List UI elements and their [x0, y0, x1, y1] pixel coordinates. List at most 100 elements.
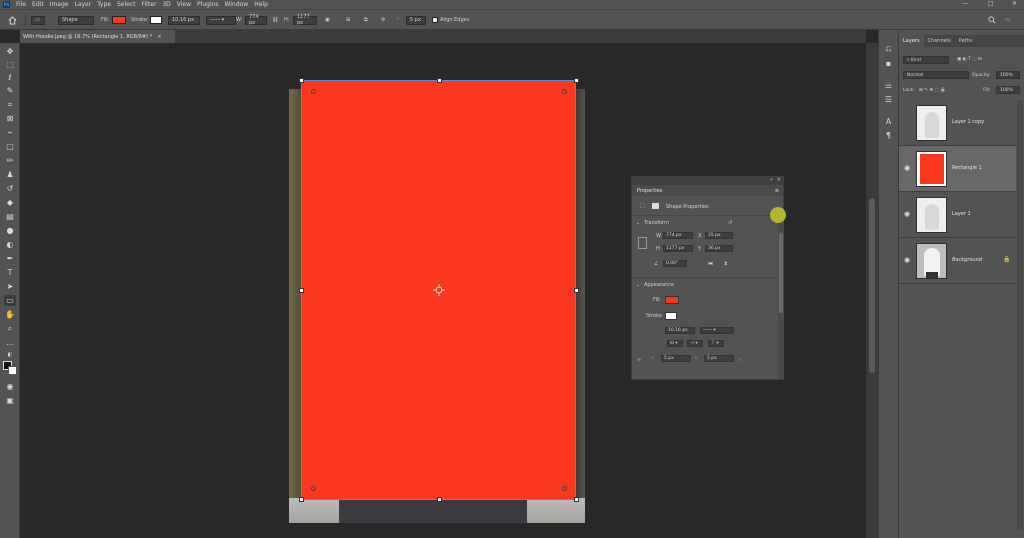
menu-window[interactable]: Window: [225, 1, 249, 8]
more-tools-icon[interactable]: …: [4, 337, 16, 348]
prop-stroke-swatch[interactable]: [665, 312, 677, 320]
handle-top-center[interactable]: [437, 78, 442, 83]
stroke-swatch[interactable]: [150, 15, 162, 25]
menu-layer[interactable]: Layer: [74, 1, 91, 8]
quick-select-tool-icon[interactable]: ✎: [4, 85, 16, 96]
menu-filter[interactable]: Filter: [142, 1, 157, 8]
handle-bottom-center[interactable]: [437, 497, 442, 502]
tab-layers[interactable]: Layers: [899, 35, 924, 47]
layer-row-background[interactable]: ◉ Background 🔒: [899, 238, 1016, 284]
dodge-tool-icon[interactable]: ◐: [4, 239, 16, 250]
link-icon[interactable]: ⛓: [272, 15, 278, 25]
filter-icons[interactable]: ▣ ◐ T ⬚ ⊟: [957, 57, 982, 62]
menu-edit[interactable]: Edit: [32, 1, 44, 8]
handle-top-right[interactable]: [574, 78, 579, 83]
lock-icon[interactable]: 🔒: [1003, 256, 1010, 263]
prop-w-field[interactable]: 774 px: [663, 232, 693, 239]
corner-tl-field[interactable]: 5 px: [661, 355, 691, 362]
reset-icon[interactable]: ↺: [728, 220, 732, 226]
path-operations-icon[interactable]: ▣: [325, 15, 330, 25]
stroke-width-field[interactable]: 10.16 px: [168, 15, 200, 25]
blur-tool-icon[interactable]: ●: [4, 225, 16, 236]
menu-plugins[interactable]: Plugins: [197, 1, 219, 8]
comments-icon[interactable]: ▪: [883, 58, 894, 68]
appearance-chevron-icon[interactable]: ⌄: [636, 282, 640, 288]
history-icon[interactable]: ⎌: [883, 44, 894, 54]
background-color-swatch[interactable]: [8, 366, 17, 375]
canvas-vertical-scrollbar[interactable]: [866, 43, 878, 538]
prop-x-field[interactable]: 35 px: [705, 232, 733, 239]
layer-row-layer-1[interactable]: ◉ Layer 1: [899, 192, 1016, 238]
fill-field[interactable]: 100%: [996, 86, 1020, 94]
paragraph-icon[interactable]: ¶: [883, 130, 894, 140]
workspace-icon[interactable]: ▭: [1005, 15, 1010, 25]
pen-tool-icon[interactable]: ✒: [4, 253, 16, 264]
eraser-tool-icon[interactable]: ◆: [4, 197, 16, 208]
prop-y-field[interactable]: 36 px: [705, 245, 733, 252]
properties-scrollbar[interactable]: [778, 213, 784, 379]
frame-tool-icon[interactable]: ⊠: [4, 113, 16, 124]
home-icon[interactable]: [8, 15, 17, 25]
handle-middle-left[interactable]: [299, 288, 304, 293]
width-field[interactable]: 774 px: [245, 14, 267, 26]
corner-radius-handle-br[interactable]: [562, 486, 567, 491]
history-brush-icon[interactable]: ↺: [4, 183, 16, 194]
stamp-tool-icon[interactable]: ♟: [4, 169, 16, 180]
fill-swatch[interactable]: [112, 15, 126, 25]
corner-radius-handle-tl[interactable]: [311, 89, 316, 94]
prop-stroke-width-field[interactable]: 10.16 px: [665, 327, 695, 334]
corner-radius-handle-tr[interactable]: [562, 89, 567, 94]
zoom-tool-icon[interactable]: ⌕: [4, 323, 16, 334]
layers-scrollbar[interactable]: [1017, 100, 1023, 530]
path-alignment-icon[interactable]: ⊞: [346, 15, 350, 25]
handle-middle-right[interactable]: [574, 288, 579, 293]
flip-vertical-icon[interactable]: ⧗: [724, 261, 728, 267]
lock-icons[interactable]: ⊞ ✎ ✥ ⬚ 🔒: [919, 88, 946, 93]
layer-row-rectangle-1[interactable]: ◉ Rectangle 1: [899, 146, 1016, 192]
adjustments-icon[interactable]: ⚌: [883, 80, 894, 90]
prop-h-field[interactable]: 1177 px: [663, 245, 693, 252]
eye-icon[interactable]: ◉: [903, 164, 911, 172]
collapse-panel-icon[interactable]: «: [770, 177, 773, 183]
reference-point-icon[interactable]: [433, 284, 445, 296]
layer-row-layer-1-copy[interactable]: Layer 1 copy: [899, 100, 1016, 146]
close-panel-icon[interactable]: ×: [777, 177, 781, 183]
layer-mask-icon[interactable]: [652, 203, 659, 209]
scrollbar-thumb[interactable]: [869, 198, 875, 373]
quick-mask-icon[interactable]: ◉: [4, 381, 16, 392]
search-icon[interactable]: [988, 15, 996, 25]
stroke-type-select[interactable]: —— ▾: [206, 15, 236, 25]
lasso-tool-icon[interactable]: ℓ: [4, 72, 16, 83]
prop-fill-swatch[interactable]: [665, 296, 679, 304]
tool-preset-picker[interactable]: ▭: [31, 15, 45, 25]
type-tool-icon[interactable]: T: [4, 267, 16, 278]
flip-horizontal-icon[interactable]: ⧓: [708, 261, 713, 267]
gear-icon[interactable]: ⚙: [381, 15, 385, 25]
menu-image[interactable]: Image: [50, 1, 69, 8]
gradient-tool-icon[interactable]: ▤: [4, 211, 16, 222]
marquee-tool-icon[interactable]: ⬚: [4, 59, 16, 70]
menu-view[interactable]: View: [177, 1, 191, 8]
mode-select[interactable]: Shape: [58, 15, 94, 25]
properties-title[interactable]: Properties: [637, 188, 662, 194]
height-field[interactable]: 1177 px: [293, 14, 317, 26]
eyedropper-tool-icon[interactable]: ⌁: [4, 127, 16, 138]
character-icon[interactable]: A: [883, 116, 894, 126]
corner-link-icon[interactable]: ∞: [637, 357, 641, 363]
corner-radius-handle-bl[interactable]: [311, 486, 316, 491]
corner-tr-field[interactable]: 5 px: [704, 355, 734, 362]
close-tab-icon[interactable]: ×: [157, 34, 161, 40]
path-select-tool-icon[interactable]: ➤: [4, 281, 16, 292]
close-window-button[interactable]: ✕: [1012, 0, 1017, 7]
tab-paths[interactable]: Paths: [955, 35, 977, 47]
maximize-button[interactable]: □: [988, 0, 994, 7]
move-tool-icon[interactable]: ✥: [4, 46, 16, 57]
brush-tool-icon[interactable]: ✏: [4, 155, 16, 166]
handle-bottom-right[interactable]: [574, 497, 579, 502]
menu-help[interactable]: Help: [254, 1, 268, 8]
handle-bottom-left[interactable]: [299, 497, 304, 502]
healing-brush-icon[interactable]: ▢: [4, 141, 16, 152]
opacity-field[interactable]: 100%: [996, 71, 1020, 79]
panel-menu-icon[interactable]: ≡: [775, 188, 779, 194]
eye-icon[interactable]: ◉: [903, 256, 911, 264]
